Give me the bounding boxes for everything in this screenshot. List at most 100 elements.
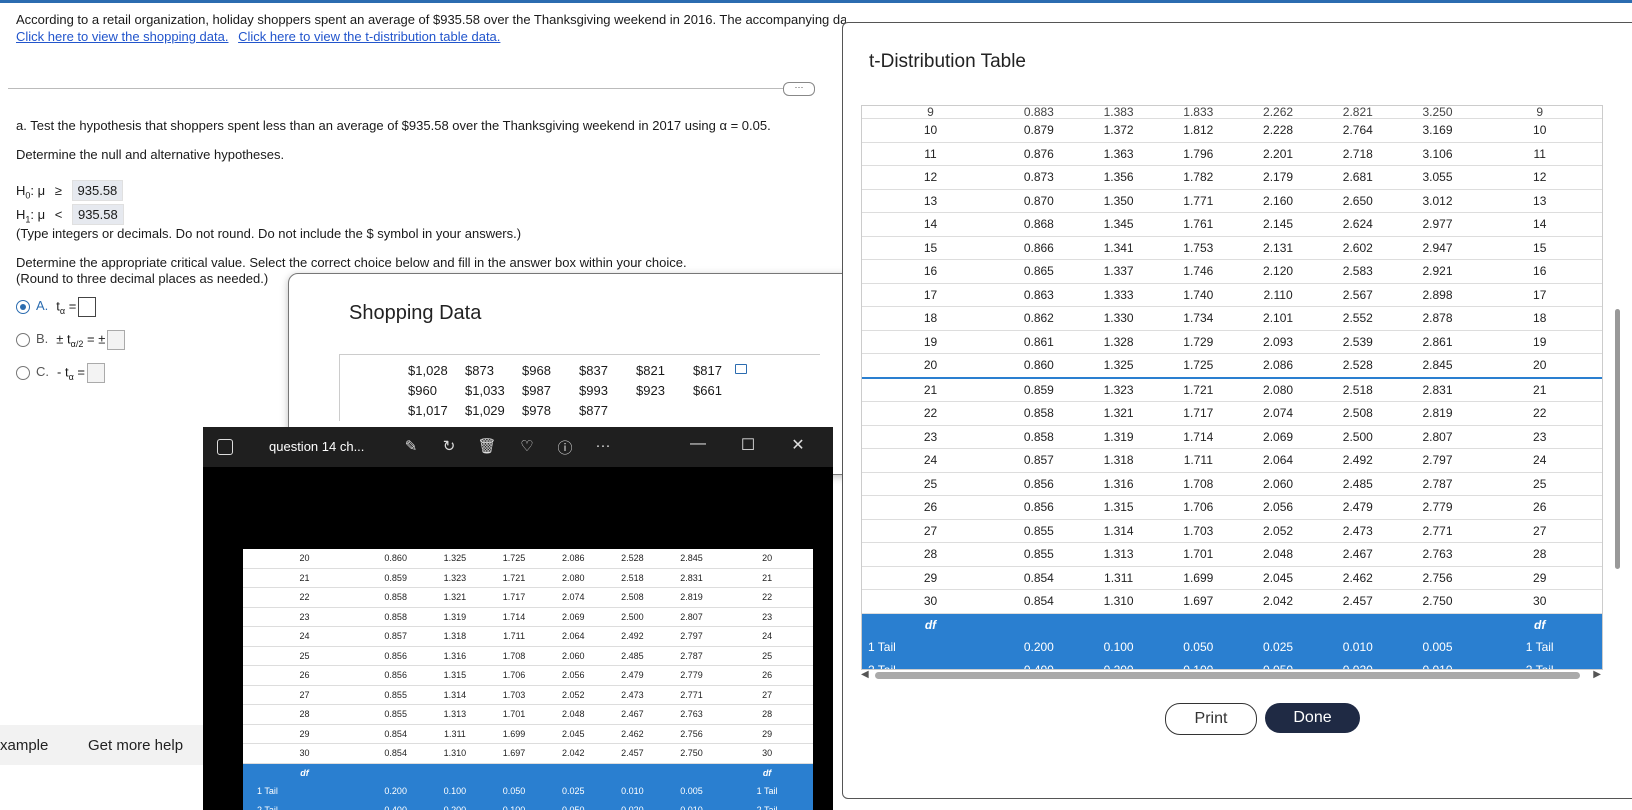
null-hypothesis-row: H0: μ ≥ 935.58 xyxy=(16,180,124,201)
table-cell: 2.457 xyxy=(602,743,662,764)
info-icon[interactable]: ⓘ xyxy=(555,437,575,458)
tail-cell: 0.020 xyxy=(602,800,662,810)
viewer-title: question 14 ch... xyxy=(269,439,365,454)
table-cell: 0.865 xyxy=(998,259,1079,284)
scroll-right-icon[interactable]: ▶ xyxy=(1593,669,1601,680)
alt-operator[interactable]: < xyxy=(55,207,63,222)
vertical-scrollbar[interactable] xyxy=(1615,109,1621,664)
edit-image-icon[interactable]: ✎ xyxy=(401,437,421,455)
table-cell: 0.870 xyxy=(998,189,1079,213)
table-cell: 2.042 xyxy=(543,743,603,764)
tail-cell: 0.050 xyxy=(1158,636,1239,659)
delete-icon[interactable]: 🗑 xyxy=(477,437,497,455)
type-note: (Type integers or decimals. Do not round… xyxy=(16,226,522,241)
table-cell: 13 xyxy=(862,189,999,213)
table-row: 23 0.858 1.319 1.714 2.069 2.500 2.807 23 xyxy=(243,607,813,627)
table-cell: 2.518 xyxy=(602,568,662,588)
t-table-scroll-area[interactable]: 9 0.883 1.383 1.833 2.262 2.821 3.250 9 10 0.879 1… xyxy=(861,105,1603,670)
minimize-icon[interactable]: — xyxy=(683,435,713,453)
table-cell: 1.341 xyxy=(1078,236,1159,260)
table-cell: 1.703 xyxy=(1158,519,1239,543)
scroll-left-icon[interactable]: ◀ xyxy=(861,669,869,680)
horizontal-scrollbar[interactable]: ◀ ▶ xyxy=(861,669,1601,681)
horizontal-scroll-thumb[interactable] xyxy=(875,672,1580,679)
copy-data-icon[interactable] xyxy=(735,364,747,374)
tail-cell: 0.005 xyxy=(661,782,722,801)
get-more-help-button[interactable]: Get more help xyxy=(88,737,183,754)
rotate-icon[interactable]: ↻ xyxy=(439,437,459,455)
table-cell: 17 xyxy=(1477,283,1602,307)
table-cell: 1.782 xyxy=(1158,165,1239,190)
choice-a[interactable]: A. tα = xyxy=(16,297,97,317)
more-options-icon[interactable]: ··· xyxy=(593,437,613,454)
tail-cell: 1 Tail xyxy=(721,782,813,801)
choice-b-input[interactable] xyxy=(107,330,126,350)
t-table-link[interactable]: Click here to view the t-distribution ta… xyxy=(238,29,500,44)
alt-value-box[interactable]: 935.58 xyxy=(71,204,124,225)
choice-a-radio[interactable] xyxy=(16,300,30,314)
print-button[interactable]: Print xyxy=(1165,703,1257,735)
table-row: 30 0.854 1.310 1.697 2.042 2.457 2.750 30 xyxy=(862,589,1602,614)
table-cell: 2.797 xyxy=(661,626,722,647)
choice-c-input[interactable] xyxy=(86,363,105,383)
table-cell: 19 xyxy=(1477,330,1602,354)
choice-b[interactable]: B. ± tα/2 = ± xyxy=(16,330,126,350)
table-cell: 2.485 xyxy=(1317,472,1398,496)
table-cell: 2.787 xyxy=(1397,472,1478,496)
table-cell: 2.473 xyxy=(602,685,662,705)
table-cell: 2.539 xyxy=(1317,330,1398,354)
expand-more-button[interactable]: ··· xyxy=(783,82,815,96)
choice-c[interactable]: C. - tα = xyxy=(16,363,105,383)
table-cell: 1.708 xyxy=(484,646,544,666)
table-cell: 1.812 xyxy=(1158,118,1239,143)
tail-cell: 0.050 xyxy=(543,800,603,810)
hypotheses-prompt: Determine the null and alternative hypot… xyxy=(16,147,285,162)
table-cell: 26 xyxy=(862,495,999,520)
table-cell: 1.319 xyxy=(1078,425,1159,449)
close-icon[interactable]: ✕ xyxy=(783,435,813,455)
null-operator[interactable]: ≥ xyxy=(55,183,62,198)
choice-c-radio[interactable] xyxy=(16,366,30,380)
vertical-scroll-thumb[interactable] xyxy=(1615,309,1620,569)
table-cell: 0.876 xyxy=(998,142,1079,166)
table-cell: 2.052 xyxy=(543,685,603,705)
table-cell: 1.714 xyxy=(484,607,544,627)
table-cell: 2.179 xyxy=(1238,165,1318,190)
table-cell: 2.819 xyxy=(1397,401,1478,426)
table-cell: 0.854 xyxy=(998,566,1079,590)
table-row: 24 0.857 1.318 1.711 2.064 2.492 2.797 24 xyxy=(862,448,1602,473)
null-value-box[interactable]: 935.58 xyxy=(71,180,124,201)
table-cell: 28 xyxy=(721,704,813,725)
tail-cell: 0.100 xyxy=(484,800,544,810)
tail-cell: 0.200 xyxy=(425,800,485,810)
choice-a-input[interactable] xyxy=(78,297,97,317)
table-cell: 2.845 xyxy=(1397,353,1478,379)
table-cell: 0.856 xyxy=(366,665,426,686)
table-row: 20 0.860 1.325 1.725 2.086 2.528 2.845 20 xyxy=(243,549,813,569)
df-header-row: df df xyxy=(243,763,813,782)
df-cell xyxy=(484,763,544,782)
df-cell: df xyxy=(721,763,813,782)
table-cell: 1.323 xyxy=(425,568,485,588)
table-cell: 0.858 xyxy=(366,587,426,608)
done-button[interactable]: Done xyxy=(1265,703,1360,733)
table-cell: 2.069 xyxy=(1238,425,1318,449)
table-cell: 2.756 xyxy=(661,724,722,744)
table-cell: 25 xyxy=(1477,472,1602,496)
table-row: 10 0.879 1.372 1.812 2.228 2.764 3.169 10 xyxy=(862,118,1602,143)
alt-hypothesis-row: H1: μ < 935.58 xyxy=(16,204,124,225)
choice-b-radio[interactable] xyxy=(16,333,30,347)
data-links: Click here to view the shopping data. Cl… xyxy=(16,29,506,44)
shopping-data-link[interactable]: Click here to view the shopping data. xyxy=(16,29,228,44)
table-cell: 23 xyxy=(1477,425,1602,449)
favorite-heart-icon[interactable]: ♡ xyxy=(517,437,537,455)
example-button[interactable]: xample xyxy=(0,737,48,754)
table-cell: 1.706 xyxy=(1158,495,1239,520)
table-cell: 2.120 xyxy=(1238,259,1318,284)
tail-row: 2 Tail 0.400 0.200 0.100 0.050 0.020 0.010 2 Ta… xyxy=(243,800,813,810)
table-cell: 1.313 xyxy=(1078,542,1159,567)
maximize-icon[interactable]: ☐ xyxy=(733,435,763,455)
table-cell: 15 xyxy=(862,236,999,260)
table-row: 16 0.865 1.337 1.746 2.120 2.583 2.921 16 xyxy=(862,259,1602,284)
table-row: 17 0.863 1.333 1.740 2.110 2.567 2.898 17 xyxy=(862,283,1602,307)
